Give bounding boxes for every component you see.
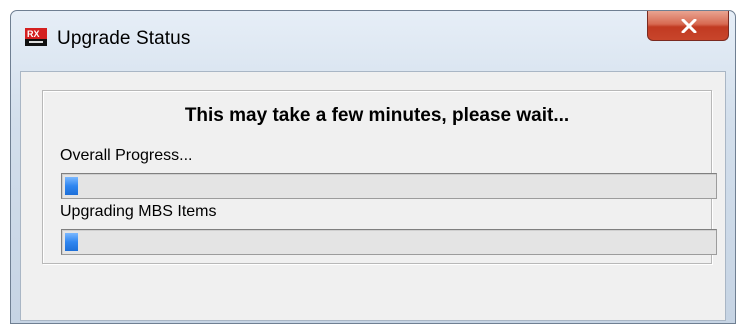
- app-logo-icon: RX: [25, 28, 47, 46]
- dialog-body: This may take a few minutes, please wait…: [20, 71, 726, 321]
- overall-progress-bar: [61, 173, 717, 199]
- title-bar[interactable]: RX Upgrade Status: [11, 11, 735, 67]
- upgrade-status-window: RX Upgrade Status This may take a few mi…: [10, 10, 736, 324]
- wait-message: This may take a few minutes, please wait…: [184, 105, 570, 126]
- window-title: Upgrade Status: [57, 28, 191, 49]
- overall-progress-label: Overall Progress...: [60, 147, 193, 164]
- close-button[interactable]: [647, 11, 729, 41]
- mbs-items-progress-bar: [61, 229, 717, 255]
- progress-group-box: This may take a few minutes, please wait…: [42, 90, 717, 264]
- mbs-items-progress-label: Upgrading MBS Items: [60, 203, 217, 220]
- mbs-items-progress-fill: [65, 233, 78, 251]
- svg-text:RX: RX: [27, 29, 40, 39]
- close-icon: [681, 19, 697, 33]
- overall-progress-fill: [65, 177, 78, 195]
